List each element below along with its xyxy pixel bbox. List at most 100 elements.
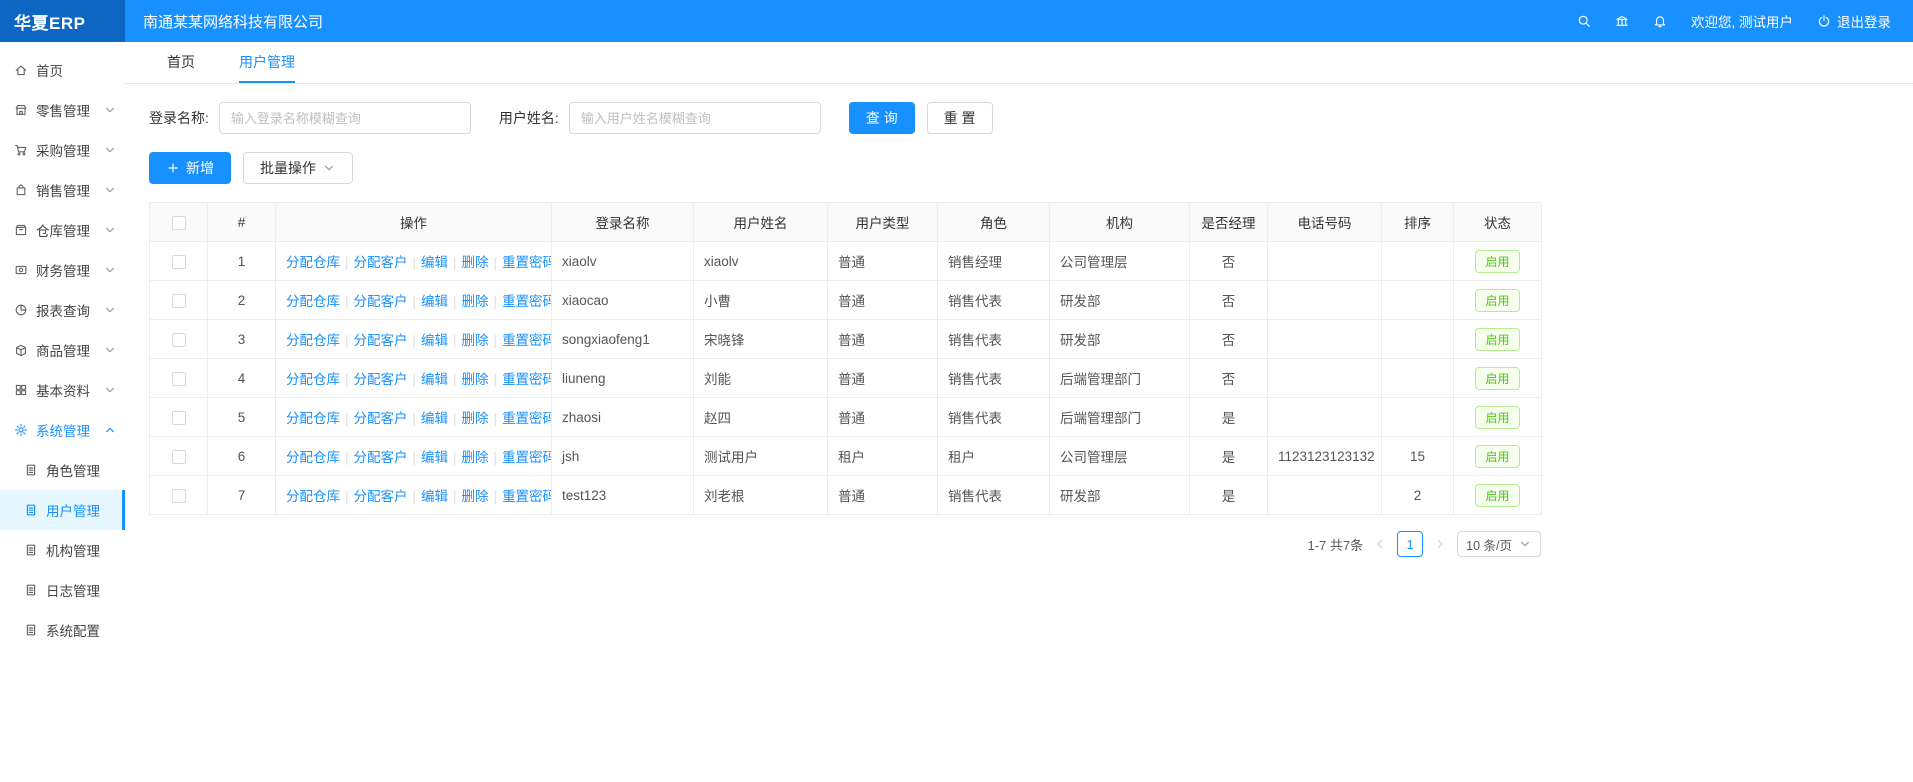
next-page-button[interactable] xyxy=(1433,537,1447,551)
assign-customer-link[interactable]: 分配客户 xyxy=(354,333,408,348)
bank-icon[interactable] xyxy=(1615,14,1629,28)
sidebar-subitem-role[interactable]: 角色管理 xyxy=(0,450,125,490)
status-badge[interactable]: 启用 xyxy=(1475,445,1519,468)
status-badge[interactable]: 启用 xyxy=(1475,289,1519,312)
edit-link[interactable]: 编辑 xyxy=(421,372,448,387)
status-badge[interactable]: 启用 xyxy=(1475,250,1519,273)
search-button[interactable]: 查 询 xyxy=(849,102,915,134)
assign-customer-link[interactable]: 分配客户 xyxy=(354,294,408,309)
row-checkbox[interactable] xyxy=(172,450,186,464)
finance-icon xyxy=(14,263,28,277)
status-badge[interactable]: 启用 xyxy=(1475,406,1519,429)
sidebar-subitem-log[interactable]: 日志管理 xyxy=(0,570,125,610)
assign-warehouse-link[interactable]: 分配仓库 xyxy=(286,333,340,348)
reset-password-link[interactable]: 重置密码 xyxy=(502,255,551,270)
row-checkbox[interactable] xyxy=(172,411,186,425)
sidebar-item-retail[interactable]: 零售管理 xyxy=(0,90,125,130)
delete-link[interactable]: 删除 xyxy=(462,372,489,387)
sidebar-item-home[interactable]: 首页 xyxy=(0,50,125,90)
sales-icon xyxy=(14,183,28,197)
batch-actions-button[interactable]: 批量操作 xyxy=(243,152,353,184)
reset-password-link[interactable]: 重置密码 xyxy=(502,294,551,309)
row-checkbox[interactable] xyxy=(172,294,186,308)
reset-password-link[interactable]: 重置密码 xyxy=(502,489,551,504)
warehouse-icon xyxy=(14,223,28,237)
plus-icon xyxy=(166,161,180,175)
edit-link[interactable]: 编辑 xyxy=(421,294,448,309)
search-icon[interactable] xyxy=(1577,14,1591,28)
reset-password-link[interactable]: 重置密码 xyxy=(502,372,551,387)
delete-link[interactable]: 删除 xyxy=(462,489,489,504)
chevron-down-icon xyxy=(1518,537,1532,551)
edit-link[interactable]: 编辑 xyxy=(421,411,448,426)
app-logo[interactable]: 华夏ERP xyxy=(0,0,125,42)
row-checkbox[interactable] xyxy=(172,372,186,386)
delete-link[interactable]: 删除 xyxy=(462,294,489,309)
login-name-input[interactable] xyxy=(219,102,471,134)
edit-link[interactable]: 编辑 xyxy=(421,450,448,465)
sidebar-item-system[interactable]: 系统管理 xyxy=(0,410,125,450)
select-all-checkbox[interactable] xyxy=(172,216,186,230)
delete-link[interactable]: 删除 xyxy=(462,450,489,465)
delete-link[interactable]: 删除 xyxy=(462,255,489,270)
status-badge[interactable]: 启用 xyxy=(1475,328,1519,351)
reset-password-link[interactable]: 重置密码 xyxy=(502,333,551,348)
cell-phone xyxy=(1268,359,1382,398)
page-1-button[interactable]: 1 xyxy=(1397,531,1423,557)
assign-warehouse-link[interactable]: 分配仓库 xyxy=(286,489,340,504)
reset-button[interactable]: 重 置 xyxy=(927,102,993,134)
status-badge[interactable]: 启用 xyxy=(1475,484,1519,507)
delete-link[interactable]: 删除 xyxy=(462,411,489,426)
cell-phone xyxy=(1268,476,1382,515)
row-checkbox[interactable] xyxy=(172,333,186,347)
assign-customer-link[interactable]: 分配客户 xyxy=(354,489,408,504)
edit-link[interactable]: 编辑 xyxy=(421,255,448,270)
add-button[interactable]: 新增 xyxy=(149,152,231,184)
logout-button[interactable]: 退出登录 xyxy=(1817,11,1891,31)
assign-customer-link[interactable]: 分配客户 xyxy=(354,450,408,465)
tab-user-management[interactable]: 用户管理 xyxy=(239,42,295,83)
user-name-input[interactable] xyxy=(569,102,821,134)
action-divider: | xyxy=(494,294,498,309)
col-actions: 操作 xyxy=(276,203,552,242)
prev-page-button[interactable] xyxy=(1373,537,1387,551)
delete-link[interactable]: 删除 xyxy=(462,333,489,348)
action-divider: | xyxy=(345,333,349,348)
col-user-name: 用户姓名 xyxy=(694,203,828,242)
sidebar-subitem-config[interactable]: 系统配置 xyxy=(0,610,125,650)
sidebar-item-goods[interactable]: 商品管理 xyxy=(0,330,125,370)
cell-user-name: 赵四 xyxy=(694,398,828,437)
assign-warehouse-link[interactable]: 分配仓库 xyxy=(286,411,340,426)
reset-password-link[interactable]: 重置密码 xyxy=(502,411,551,426)
sidebar-item-basedata[interactable]: 基本资料 xyxy=(0,370,125,410)
sidebar-item-report[interactable]: 报表查询 xyxy=(0,290,125,330)
sidebar-subitem-org[interactable]: 机构管理 xyxy=(0,530,125,570)
tab-home[interactable]: 首页 xyxy=(167,42,195,83)
table-row: 5分配仓库|分配客户|编辑|删除|重置密码zhaosi赵四普通销售代表后端管理部… xyxy=(150,398,1542,437)
assign-warehouse-link[interactable]: 分配仓库 xyxy=(286,255,340,270)
status-badge[interactable]: 启用 xyxy=(1475,367,1519,390)
sidebar-item-warehouse[interactable]: 仓库管理 xyxy=(0,210,125,250)
assign-warehouse-link[interactable]: 分配仓库 xyxy=(286,372,340,387)
assign-customer-link[interactable]: 分配客户 xyxy=(354,255,408,270)
sidebar-item-sales[interactable]: 销售管理 xyxy=(0,170,125,210)
table-row: 1分配仓库|分配客户|编辑|删除|重置密码xiaolvxiaolv普通销售经理公… xyxy=(150,242,1542,281)
welcome-user[interactable]: 欢迎您, 测试用户 xyxy=(1691,11,1793,31)
row-checkbox[interactable] xyxy=(172,255,186,269)
assign-customer-link[interactable]: 分配客户 xyxy=(354,372,408,387)
edit-link[interactable]: 编辑 xyxy=(421,489,448,504)
page-size-select[interactable]: 10 条/页 xyxy=(1457,531,1541,557)
assign-warehouse-link[interactable]: 分配仓库 xyxy=(286,294,340,309)
row-checkbox[interactable] xyxy=(172,489,186,503)
edit-link[interactable]: 编辑 xyxy=(421,333,448,348)
sidebar-item-purchase[interactable]: 采购管理 xyxy=(0,130,125,170)
cell-login-name: xiaocao xyxy=(552,281,694,320)
sidebar-item-finance[interactable]: 财务管理 xyxy=(0,250,125,290)
bell-icon[interactable] xyxy=(1653,14,1667,28)
assign-warehouse-link[interactable]: 分配仓库 xyxy=(286,450,340,465)
sidebar-subitem-user[interactable]: 用户管理 xyxy=(0,490,125,530)
login-name-label: 登录名称: xyxy=(149,108,209,128)
reset-password-link[interactable]: 重置密码 xyxy=(502,450,551,465)
assign-customer-link[interactable]: 分配客户 xyxy=(354,411,408,426)
cell-user-type: 普通 xyxy=(828,476,938,515)
